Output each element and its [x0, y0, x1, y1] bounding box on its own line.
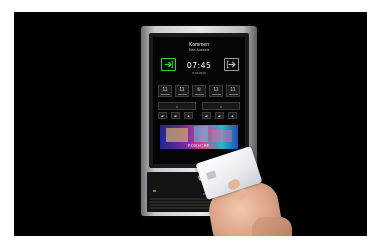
tile-icon: 11 — [230, 87, 236, 93]
screen-bezel: Kommen Bitte Ausweis 07:45 9.12.2019 11 … — [149, 33, 249, 168]
group-icon: ⌂ — [219, 104, 223, 109]
tile-icon: 11 — [213, 87, 219, 93]
clock-date: 9.12.2019 — [192, 71, 206, 75]
group-header-right[interactable]: ⌂ — [202, 102, 240, 110]
quick-icon: ▰ — [161, 114, 164, 118]
banner-brand: PORSCHE — [187, 143, 211, 148]
status-led — [153, 190, 156, 192]
quick-tile[interactable]: ▲ — [228, 112, 237, 119]
quick-tile[interactable]: ▰ — [202, 112, 211, 119]
quick-icon: ▰ — [218, 114, 221, 118]
function-tile[interactable]: 11 — [175, 85, 189, 97]
quick-icon: ▲ — [186, 114, 191, 118]
quick-tile[interactable]: ▰ — [171, 112, 180, 119]
quick-icon: ▰ — [174, 114, 177, 118]
tile-icon: 11 — [162, 87, 168, 93]
group-header-left[interactable]: ⌂ — [158, 102, 196, 110]
photo-frame: Kommen Bitte Ausweis 07:45 9.12.2019 11 … — [14, 12, 367, 236]
tile-icon: ① — [196, 87, 202, 93]
quick-tile[interactable]: ▰ — [215, 112, 224, 119]
quick-icon: ▰ — [205, 114, 208, 118]
function-tile[interactable]: 11 — [209, 85, 223, 97]
group-icon: ⌂ — [175, 104, 179, 109]
wrist — [252, 217, 292, 236]
function-tile[interactable]: ① — [192, 85, 206, 97]
arrow-out-icon — [226, 60, 236, 69]
terminal-screen: Kommen Bitte Ausweis 07:45 9.12.2019 11 … — [153, 37, 245, 164]
clock-out-button[interactable] — [224, 58, 239, 71]
quick-tile[interactable]: ▲ — [184, 112, 193, 119]
promo-banner: PORSCHE — [160, 125, 238, 149]
function-tile[interactable]: 11 — [158, 85, 172, 97]
function-row-1: 11 11 ① 11 11 — [158, 85, 240, 97]
quick-icon: ▲ — [230, 114, 235, 118]
function-tile[interactable]: 11 — [226, 85, 240, 97]
tile-icon: 11 — [179, 87, 185, 93]
quick-tile[interactable]: ▰ — [158, 112, 167, 119]
screen-subtitle: Bitte Ausweis — [188, 48, 210, 52]
